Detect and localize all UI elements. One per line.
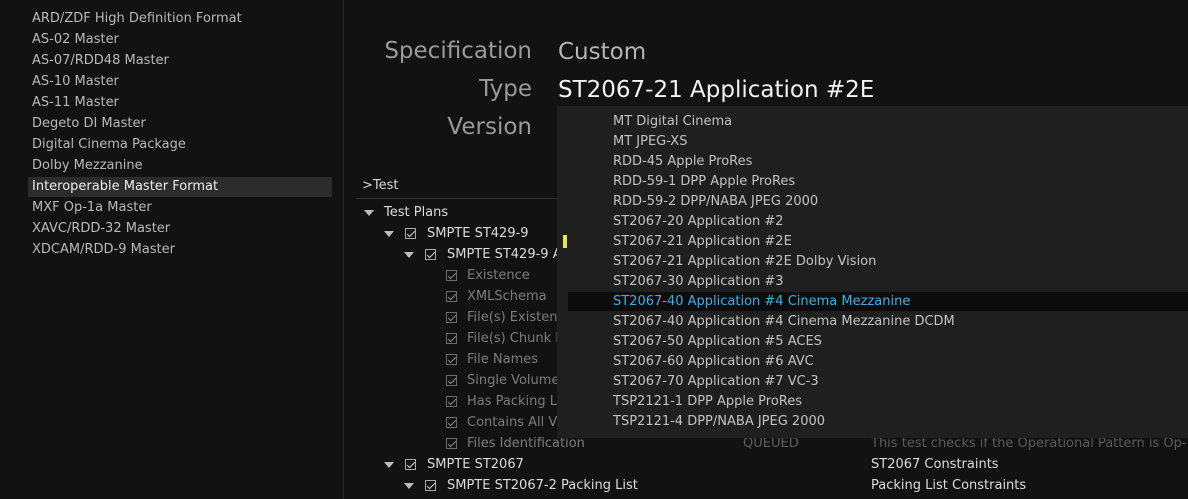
- checkbox-icon[interactable]: [446, 396, 457, 407]
- tree-label: SMPTE ST429-9 As: [447, 247, 569, 262]
- tree-label: SMPTE ST2067-2 Packing List: [447, 478, 638, 493]
- tree-label: File(s) Chunk L: [467, 331, 558, 346]
- tree-label: SMPTE ST2067: [427, 457, 524, 472]
- type-label: Type: [479, 76, 532, 102]
- dropdown-option[interactable]: ST2067-30 Application #3: [613, 272, 784, 292]
- tree-row[interactable]: File(s) Existenc: [440, 307, 558, 328]
- dropdown-option-highlighted[interactable]: ST2067-40 Application #4 Cinema Mezzanin…: [613, 292, 910, 312]
- tree-row[interactable]: SMPTE ST2067-2 Packing List Packing List…: [400, 475, 1100, 496]
- sidebar-item-mxf-op1a[interactable]: MXF Op-1a Master: [28, 198, 332, 218]
- tree-label: File(s) Existenc: [467, 310, 558, 325]
- current-selection-marker: [563, 235, 567, 248]
- chevron-down-icon[interactable]: [364, 210, 374, 216]
- checkbox-icon[interactable]: [425, 249, 436, 260]
- checkbox-icon[interactable]: [446, 438, 457, 449]
- tree-label: Has Packing Li: [467, 394, 558, 409]
- sidebar-item-as-07[interactable]: AS-07/RDD48 Master: [28, 51, 332, 71]
- checkbox-icon[interactable]: [446, 270, 457, 281]
- type-dropdown-menu[interactable]: MT Digital Cinema MT JPEG-XS RDD-45 Appl…: [557, 106, 1188, 438]
- checkbox-icon[interactable]: [446, 312, 457, 323]
- tree-row[interactable]: SMPTE ST429-9 As: [400, 244, 568, 265]
- type-select[interactable]: ST2067-21 Application #2E: [558, 77, 874, 103]
- checkbox-icon[interactable]: [446, 333, 457, 344]
- sidebar-item-degeto[interactable]: Degeto DI Master: [28, 114, 332, 134]
- sidebar-item-xavc[interactable]: XAVC/RDD-32 Master: [28, 219, 332, 239]
- test-description: ST2067 Constraints: [871, 457, 999, 472]
- dropdown-option[interactable]: ST2067-70 Application #7 VC-3: [613, 372, 819, 392]
- dropdown-option[interactable]: TSP2121-1 DPP Apple ProRes: [613, 392, 802, 412]
- tree-row[interactable]: Existence: [440, 265, 558, 286]
- chevron-down-icon[interactable]: [384, 462, 394, 468]
- tree-row[interactable]: SMPTE ST429-9: [380, 223, 560, 244]
- tree-label: Contains All Vo: [467, 415, 558, 430]
- sidebar: ARD/ZDF High Definition Format AS-02 Mas…: [0, 0, 344, 499]
- tree-row[interactable]: XMLSchema: [440, 286, 558, 307]
- sidebar-item-ard-zdf[interactable]: ARD/ZDF High Definition Format: [28, 9, 332, 29]
- checkbox-icon[interactable]: [446, 354, 457, 365]
- tree-row[interactable]: File Names: [440, 349, 558, 370]
- dropdown-option[interactable]: RDD-59-1 DPP Apple ProRes: [613, 172, 795, 192]
- checkbox-icon[interactable]: [446, 375, 457, 386]
- checkbox-icon[interactable]: [405, 228, 416, 239]
- sidebar-item-as-11[interactable]: AS-11 Master: [28, 93, 332, 113]
- dropdown-option[interactable]: ST2067-60 Application #6 AVC: [613, 352, 814, 372]
- checkbox-icon[interactable]: [446, 417, 457, 428]
- sidebar-item-as-02[interactable]: AS-02 Master: [28, 30, 332, 50]
- test-description: Packing List Constraints: [871, 478, 1027, 493]
- tree-row[interactable]: SMPTE ST2067 ST2067 Constraints: [380, 454, 1080, 475]
- chevron-down-icon[interactable]: [404, 252, 414, 258]
- tree-label: Single Volume: [467, 373, 558, 388]
- checkbox-icon[interactable]: [405, 459, 416, 470]
- chevron-down-icon[interactable]: [384, 231, 394, 237]
- dropdown-option-current[interactable]: ST2067-21 Application #2E: [613, 232, 792, 252]
- checkbox-icon[interactable]: [446, 291, 457, 302]
- sidebar-item-dcp[interactable]: Digital Cinema Package: [28, 135, 332, 155]
- dropdown-option[interactable]: ST2067-50 Application #5 ACES: [613, 332, 822, 352]
- tree-label: Existence: [467, 268, 530, 283]
- checkbox-icon[interactable]: [425, 480, 436, 491]
- tree-row[interactable]: Has Packing Li: [440, 391, 558, 412]
- tree-label: Test Plans: [384, 205, 449, 220]
- sidebar-item-xdcam[interactable]: XDCAM/RDD-9 Master: [28, 240, 332, 260]
- sidebar-item-dolby-mezzanine[interactable]: Dolby Mezzanine: [28, 156, 332, 176]
- dropdown-option[interactable]: RDD-59-2 DPP/NABA JPEG 2000: [613, 192, 818, 212]
- dropdown-option[interactable]: RDD-45 Apple ProRes: [613, 152, 752, 172]
- tree-row[interactable]: File(s) Chunk L: [440, 328, 558, 349]
- dropdown-option[interactable]: ST2067-21 Application #2E Dolby Vision: [613, 252, 876, 272]
- version-label: Version: [447, 114, 532, 140]
- specification-label: Specification: [384, 38, 532, 64]
- tree-label: SMPTE ST429-9: [427, 226, 529, 241]
- sidebar-item-imf[interactable]: Interoperable Master Format: [28, 177, 332, 197]
- tree-row[interactable]: Single Volume: [440, 370, 558, 391]
- tree-row[interactable]: Contains All Vo: [440, 412, 558, 433]
- chevron-down-icon[interactable]: [404, 483, 414, 489]
- tree-label: XMLSchema: [467, 289, 547, 304]
- specification-value[interactable]: Custom: [558, 39, 646, 65]
- sidebar-item-as-10[interactable]: AS-10 Master: [28, 72, 332, 92]
- dropdown-option[interactable]: ST2067-20 Application #2: [613, 212, 784, 232]
- dropdown-option[interactable]: ST2067-40 Application #4 Cinema Mezzanin…: [613, 312, 955, 332]
- dropdown-option[interactable]: MT Digital Cinema: [613, 112, 732, 132]
- tree-label: File Names: [467, 352, 539, 367]
- dropdown-option[interactable]: MT JPEG-XS: [613, 132, 687, 152]
- dropdown-option[interactable]: TSP2121-4 DPP/NABA JPEG 2000: [613, 412, 825, 432]
- tree-row-test-plans[interactable]: Test Plans: [360, 202, 560, 223]
